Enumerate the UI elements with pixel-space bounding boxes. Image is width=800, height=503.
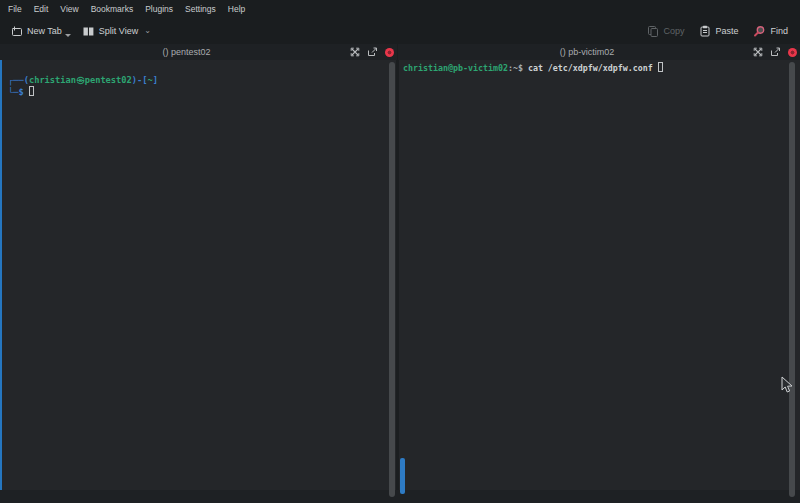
find-button[interactable]: Find (753, 25, 788, 38)
find-label: Find (770, 26, 788, 36)
menu-plugins[interactable]: Plugins (139, 4, 179, 14)
split-view-label: Split View (99, 26, 138, 36)
menu-help[interactable]: Help (222, 4, 251, 14)
split-view-icon (82, 25, 95, 38)
right-pane-scroll-indicator (400, 458, 405, 494)
terminal-cursor (29, 86, 34, 96)
copy-icon (647, 25, 659, 37)
copy-label: Copy (663, 26, 684, 36)
close-pane-button[interactable] (385, 48, 394, 57)
paste-label: Paste (715, 26, 738, 36)
left-pane-titlebar[interactable]: () pentest02 (0, 44, 397, 60)
terminal-right[interactable]: christian@pb-victim02:~$ cat /etc/xdpfw/… (399, 60, 800, 490)
split-view-workspace: () pentest02 () pb-victim02 ┌──(christia… (0, 44, 800, 503)
terminal-cursor (658, 62, 663, 72)
terminal-line: └─$ (8, 86, 388, 98)
menu-settings[interactable]: Settings (179, 4, 222, 14)
terminal-line: ┌──(christian㉿pentest02)-[~] (8, 74, 388, 86)
new-tab-dropdown-icon[interactable] (65, 34, 71, 37)
maximize-pane-icon[interactable] (350, 47, 360, 57)
paste-button[interactable]: Paste (699, 25, 738, 37)
terminal-line (8, 62, 388, 74)
new-tab-label: New Tab (27, 26, 62, 36)
right-pane-scrollbar[interactable] (789, 62, 795, 497)
left-pane-title: () pentest02 (162, 47, 234, 57)
split-view-chevron-icon[interactable]: ⌄ (144, 26, 151, 35)
new-tab-icon (10, 25, 23, 38)
menubar: FileEditViewBookmarksPluginsSettingsHelp (0, 0, 800, 18)
menu-view[interactable]: View (54, 4, 84, 14)
close-pane-button[interactable] (788, 48, 797, 57)
split-view-button[interactable]: Split View ⌄ (82, 25, 151, 38)
terminal-line: christian@pb-victim02:~$ cat /etc/xdpfw/… (403, 62, 796, 74)
menu-bookmarks[interactable]: Bookmarks (85, 4, 140, 14)
copy-button[interactable]: Copy (647, 25, 684, 37)
maximize-pane-icon[interactable] (753, 47, 763, 57)
paste-icon (699, 25, 711, 37)
right-pane-title: () pb-victim02 (560, 47, 639, 57)
pane-splitter[interactable] (396, 60, 399, 490)
find-icon (753, 25, 766, 38)
mouse-cursor (781, 376, 794, 395)
detach-pane-icon[interactable] (770, 47, 781, 57)
menu-edit[interactable]: Edit (28, 4, 55, 14)
toolbar: New Tab Split View ⌄ Copy Paste (0, 18, 800, 44)
right-pane-titlebar[interactable]: () pb-victim02 (398, 44, 800, 60)
menu-file[interactable]: File (2, 4, 28, 14)
detach-pane-icon[interactable] (367, 47, 378, 57)
focused-pane-indicator (0, 60, 2, 490)
terminal-left[interactable]: ┌──(christian㉿pentest02)-[~]└─$ (0, 60, 396, 490)
left-pane-scrollbar[interactable] (389, 62, 395, 497)
new-tab-button[interactable]: New Tab (10, 25, 71, 38)
